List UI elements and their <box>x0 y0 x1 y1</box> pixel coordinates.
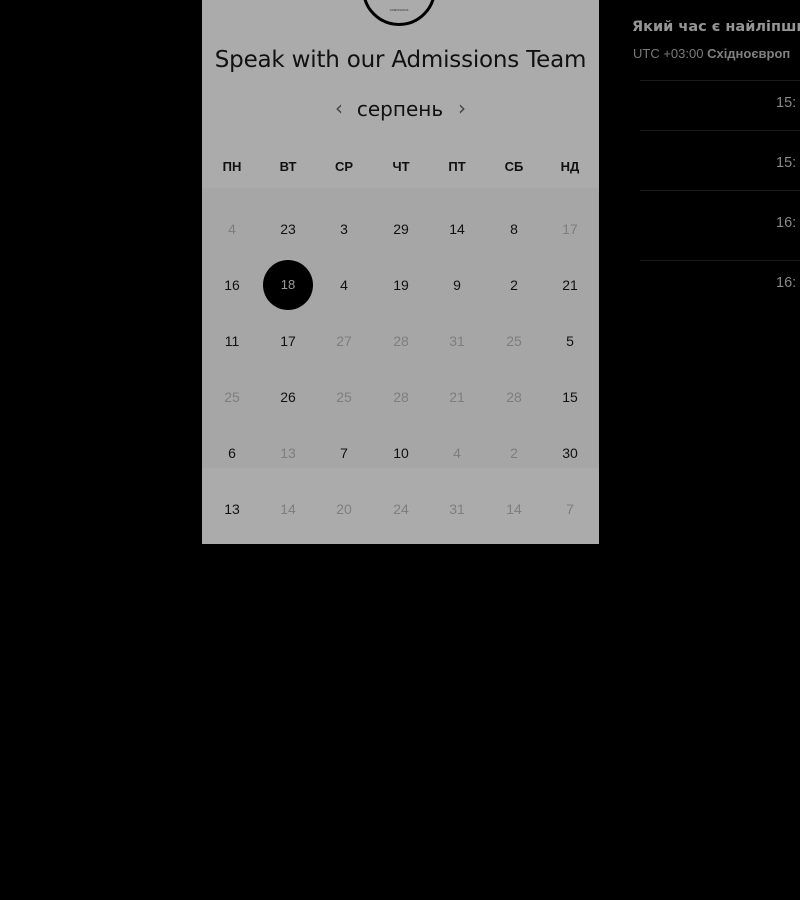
logo-text: ADMISSIONS <box>389 8 409 12</box>
day-cell[interactable]: 2 <box>489 260 539 310</box>
day-cell: 7 <box>566 501 574 517</box>
day-cell[interactable]: 3 <box>319 204 369 254</box>
day-cell: 4 <box>453 445 461 461</box>
calendar-card: ADMISSIONS Speak with our Admissions Tea… <box>202 0 599 544</box>
day-cell: 20 <box>336 501 352 517</box>
day-cell-selected[interactable]: 18 <box>263 260 313 310</box>
day-cell[interactable]: 4 <box>319 260 369 310</box>
slot-divider <box>640 130 800 131</box>
month-navigation: ‹ серпень › <box>202 96 599 124</box>
timezone-label[interactable]: UTC +03:00 Східноєвроп <box>633 46 790 61</box>
logo: ADMISSIONS <box>362 0 436 26</box>
day-cell[interactable]: 9 <box>432 260 482 310</box>
timezone-offset: UTC +03:00 <box>633 46 708 61</box>
day-cell: 25 <box>224 389 240 405</box>
day-cell[interactable]: 11 <box>207 316 257 366</box>
day-cell: 28 <box>393 333 409 349</box>
day-cell[interactable]: 26 <box>263 372 313 422</box>
day-cell[interactable]: 13 <box>207 484 257 534</box>
day-cell[interactable]: 10 <box>376 428 426 478</box>
day-cell: 25 <box>336 389 352 405</box>
weekday-label: ВТ <box>279 159 297 174</box>
day-cell[interactable]: 23 <box>263 204 313 254</box>
day-cell: 25 <box>506 333 522 349</box>
day-cell[interactable]: 8 <box>489 204 539 254</box>
day-cell[interactable]: 6 <box>207 428 257 478</box>
day-cell: 24 <box>393 501 409 517</box>
day-cell[interactable]: 17 <box>263 316 313 366</box>
page-title: Speak with our Admissions Team <box>214 47 587 73</box>
weekday-label: СБ <box>504 159 524 174</box>
time-slot-button[interactable]: 15: <box>640 80 800 130</box>
day-cell[interactable]: 21 <box>545 260 595 310</box>
timezone-name: Східноєвроп <box>707 46 791 61</box>
day-cell[interactable]: 19 <box>376 260 426 310</box>
day-cell[interactable]: 29 <box>376 204 426 254</box>
weekday-label: СР <box>334 159 354 174</box>
day-cell[interactable]: 14 <box>432 204 482 254</box>
time-slot-label: 15: <box>776 95 797 111</box>
day-cell: 27 <box>336 333 352 349</box>
day-cell[interactable]: 7 <box>319 428 369 478</box>
weekday-label: ПН <box>222 159 242 174</box>
day-cell: 31 <box>449 333 465 349</box>
weekday-label: ПТ <box>448 159 466 174</box>
chevron-right-icon[interactable]: › <box>452 96 472 122</box>
weekday-header: ПН ВТ СР ЧТ ПТ СБ НД <box>202 138 599 192</box>
time-slot-button[interactable]: 15: <box>640 140 800 190</box>
slot-divider <box>640 190 800 191</box>
day-cell: 28 <box>393 389 409 405</box>
time-slot-label: 16: <box>776 215 797 231</box>
weekday-label: НД <box>560 159 580 174</box>
day-cell[interactable]: 16 <box>207 260 257 310</box>
time-panel-title: Який час є найліпшим <box>632 19 800 35</box>
day-cell: 4 <box>228 221 236 237</box>
day-cell: 14 <box>280 501 296 517</box>
day-cell: 2 <box>510 445 518 461</box>
weekday-label: ЧТ <box>392 159 410 174</box>
time-slot-button[interactable]: 16: <box>640 200 800 250</box>
time-slot-label: 15: <box>776 155 797 171</box>
day-cell[interactable]: 30 <box>545 428 595 478</box>
day-cell[interactable]: 15 <box>545 372 595 422</box>
day-cell: 13 <box>280 445 296 461</box>
day-cell: 28 <box>506 389 522 405</box>
time-slot-label: 16: <box>776 275 797 291</box>
day-cell[interactable]: 5 <box>545 316 595 366</box>
day-cell: 14 <box>506 501 522 517</box>
time-slot-button[interactable]: 16: <box>640 260 800 310</box>
day-cell: 17 <box>562 221 578 237</box>
month-label: серпень <box>356 97 444 121</box>
day-cell: 21 <box>449 389 465 405</box>
day-cell: 31 <box>449 501 465 517</box>
